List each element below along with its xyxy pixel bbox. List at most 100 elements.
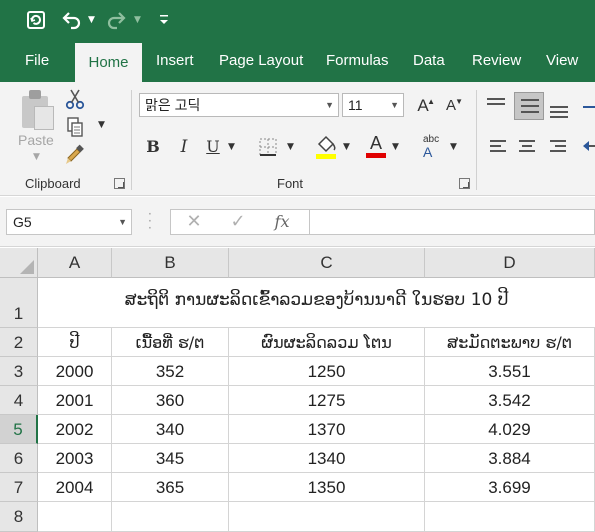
- top-align-icon[interactable]: [487, 98, 509, 112]
- data-cell[interactable]: 340: [112, 415, 229, 444]
- row-header-7[interactable]: 7: [0, 473, 38, 502]
- font-name-select[interactable]: 맑은 고딕 ▼: [139, 93, 339, 117]
- middle-align-icon[interactable]: [514, 92, 544, 120]
- tab-data[interactable]: Data: [413, 40, 445, 82]
- column-header-c[interactable]: C: [229, 248, 425, 278]
- clipboard-launcher-icon[interactable]: [114, 178, 125, 189]
- row-header-3[interactable]: 3: [0, 357, 38, 386]
- group-separator: [476, 90, 477, 190]
- tab-home[interactable]: Home: [75, 43, 142, 82]
- underline-dropdown-icon[interactable]: ▼: [228, 142, 235, 152]
- align-left-icon[interactable]: [490, 140, 508, 154]
- redo-icon: [104, 6, 130, 34]
- tab-insert[interactable]: Insert: [156, 40, 194, 82]
- data-cell[interactable]: 3.884: [425, 444, 595, 473]
- borders-dropdown-icon[interactable]: ▼: [287, 142, 294, 152]
- font-size-select[interactable]: 11 ▼: [342, 93, 404, 117]
- chevron-down-icon: ▼: [325, 100, 334, 110]
- insert-function-button[interactable]: fx: [267, 210, 297, 234]
- data-cell[interactable]: 2001: [38, 386, 112, 415]
- row-header-8[interactable]: 8: [0, 502, 38, 532]
- data-cell[interactable]: 1350: [229, 473, 425, 502]
- fill-color-dropdown-icon[interactable]: ▼: [343, 142, 350, 152]
- data-cell[interactable]: 3.551: [425, 357, 595, 386]
- data-cell[interactable]: 345: [112, 444, 229, 473]
- phonetic-guide-button[interactable]: abc A: [421, 132, 443, 160]
- cut-icon[interactable]: [64, 88, 86, 110]
- indent-icon[interactable]: [583, 138, 595, 156]
- header-cell-total-yield[interactable]: ຜົນຜະລິດລວມ ໂຕນ: [229, 328, 425, 357]
- copy-dropdown-icon[interactable]: ▼: [98, 120, 105, 130]
- data-cell[interactable]: 1250: [229, 357, 425, 386]
- chevron-down-icon: ▼: [118, 217, 127, 227]
- formula-buttons: ✕ ✓ fx: [170, 209, 310, 235]
- data-cell[interactable]: 365: [112, 473, 229, 502]
- header-cell-year[interactable]: ປີ: [38, 328, 112, 357]
- quick-access-toolbar: ▼ ▼: [0, 0, 595, 40]
- empty-cell[interactable]: [38, 502, 112, 532]
- select-all-button[interactable]: [0, 248, 38, 278]
- row-header-4[interactable]: 4: [0, 386, 38, 415]
- bold-button[interactable]: B: [142, 134, 164, 160]
- enter-icon: ✓: [230, 211, 246, 232]
- formula-input[interactable]: [310, 209, 595, 235]
- customize-qat-icon[interactable]: [156, 6, 172, 34]
- font-color-dropdown-icon[interactable]: ▼: [392, 142, 399, 152]
- paste-icon: [20, 90, 54, 130]
- formula-bar-grip-icon[interactable]: · · ·: [148, 208, 152, 234]
- sheet-title-cell[interactable]: ສະຖິຕິ ການຜະລິດເຂົ້າລວມຂອງບ້ານນາດີ ໃນຮອບ…: [38, 278, 595, 328]
- undo-icon[interactable]: [58, 6, 84, 34]
- column-header-d[interactable]: D: [425, 248, 595, 278]
- row-header-5[interactable]: 5: [0, 415, 38, 444]
- data-cell[interactable]: 360: [112, 386, 229, 415]
- empty-cell[interactable]: [425, 502, 595, 532]
- bottom-align-icon[interactable]: [550, 104, 572, 120]
- empty-cell[interactable]: [229, 502, 425, 532]
- column-header-b[interactable]: B: [112, 248, 229, 278]
- tab-page-layout[interactable]: Page Layout: [219, 40, 303, 82]
- tab-review[interactable]: Review: [472, 40, 521, 82]
- data-cell[interactable]: 1275: [229, 386, 425, 415]
- tab-file[interactable]: File: [25, 40, 49, 82]
- font-launcher-icon[interactable]: [459, 178, 470, 189]
- formula-bar: G5 ▼ · · · ✕ ✓ fx: [0, 197, 595, 247]
- data-cell[interactable]: 2004: [38, 473, 112, 502]
- data-cell[interactable]: 4.029: [425, 415, 595, 444]
- data-cell[interactable]: 352: [112, 357, 229, 386]
- grow-font-button[interactable]: A ▲: [413, 95, 435, 117]
- phonetic-dropdown-icon[interactable]: ▼: [450, 142, 457, 152]
- column-header-a[interactable]: A: [38, 248, 112, 278]
- underline-button[interactable]: U: [202, 134, 224, 160]
- tab-view[interactable]: View: [546, 40, 578, 82]
- ribbon: Paste ▼ ▼ Clipboard 맑은 고딕 ▼ 11 ▼ A ▲ A ▼…: [0, 82, 595, 196]
- data-cell[interactable]: 1340: [229, 444, 425, 473]
- shrink-font-button[interactable]: A ▼: [441, 95, 463, 117]
- font-color-button[interactable]: A: [365, 132, 387, 160]
- name-box[interactable]: G5 ▼: [6, 209, 132, 235]
- autosave-icon[interactable]: [22, 6, 50, 34]
- italic-button[interactable]: I: [173, 134, 195, 160]
- row-header-2[interactable]: 2: [0, 328, 38, 357]
- header-cell-productivity[interactable]: ສະມັດຕະພາບ ຮ/ຕ: [425, 328, 595, 357]
- data-cell[interactable]: 3.542: [425, 386, 595, 415]
- orientation-icon[interactable]: [583, 102, 595, 118]
- tab-formulas[interactable]: Formulas: [326, 40, 389, 82]
- format-painter-icon[interactable]: [64, 144, 86, 166]
- data-cell[interactable]: 1370: [229, 415, 425, 444]
- data-cell[interactable]: 3.699: [425, 473, 595, 502]
- data-cell[interactable]: 2000: [38, 357, 112, 386]
- row-header-6[interactable]: 6: [0, 444, 38, 473]
- fill-color-icon[interactable]: [314, 134, 338, 160]
- align-center-icon[interactable]: [519, 140, 537, 154]
- data-cell[interactable]: 2002: [38, 415, 112, 444]
- undo-dropdown-icon[interactable]: ▼: [88, 8, 95, 32]
- copy-icon[interactable]: [64, 116, 86, 138]
- paste-button: Paste: [18, 132, 54, 148]
- data-cell[interactable]: 2003: [38, 444, 112, 473]
- header-cell-area[interactable]: ເນື້ອທີ່ ຮ/ຕ: [112, 328, 229, 357]
- empty-cell[interactable]: [112, 502, 229, 532]
- borders-icon[interactable]: [257, 137, 279, 159]
- row-header-1[interactable]: 1: [0, 278, 38, 328]
- redo-dropdown-icon: ▼: [134, 15, 141, 25]
- align-right-icon[interactable]: [550, 140, 568, 154]
